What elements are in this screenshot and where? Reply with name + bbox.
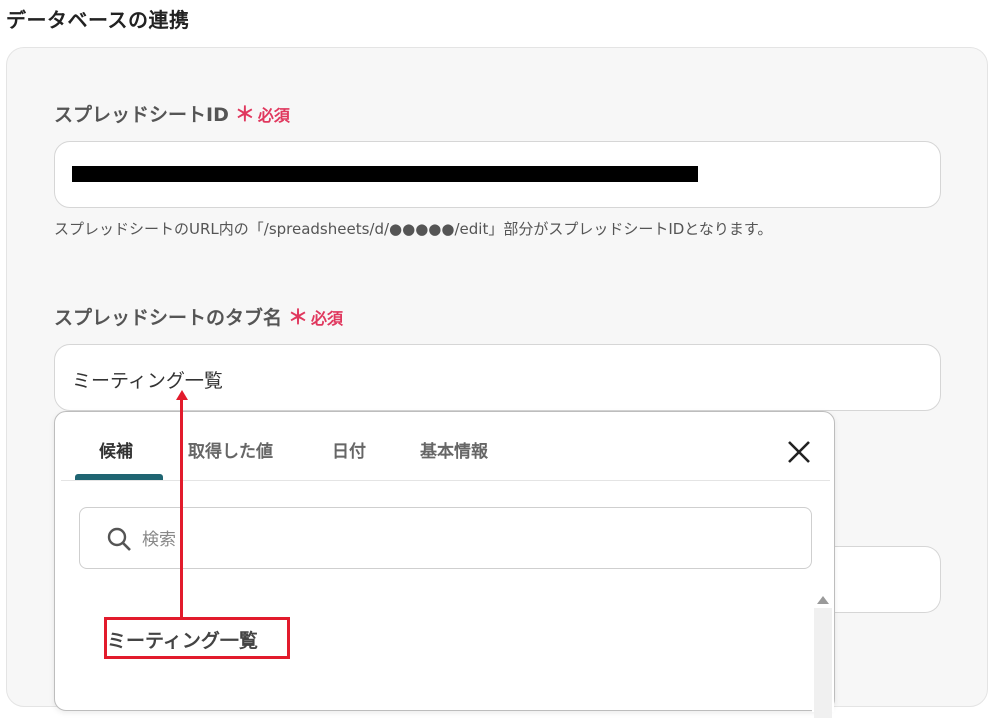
tab-basic-info[interactable]: 基本情報: [420, 437, 488, 462]
tab-name-label-text: スプレッドシートのタブ名: [54, 307, 283, 329]
required-star-icon: ＊: [234, 102, 255, 126]
required-badge: 必須: [257, 106, 290, 125]
section-title: データベースの連携: [6, 8, 190, 32]
tab-date[interactable]: 日付: [332, 437, 366, 462]
scroll-track[interactable]: [814, 608, 832, 718]
scrollbar[interactable]: [812, 592, 834, 718]
scroll-up-arrow-icon[interactable]: [817, 596, 829, 604]
required-star-icon: ＊: [288, 305, 309, 329]
spreadsheet-id-input[interactable]: [54, 141, 941, 208]
tab-fetched-values[interactable]: 取得した値: [188, 437, 273, 462]
annotation-highlight-box: [104, 617, 290, 659]
next-field-input[interactable]: [834, 546, 941, 613]
spreadsheet-id-label: スプレッドシートID ＊必須: [54, 98, 290, 127]
annotation-arrow-line: [180, 398, 183, 617]
search-icon: [107, 527, 131, 551]
tab-name-input[interactable]: ミーティング一覧: [54, 344, 941, 411]
spreadsheet-id-help: スプレッドシートのURL内の「/spreadsheets/d/●●●●●/edi…: [54, 220, 773, 238]
required-badge: 必須: [311, 309, 344, 328]
tab-name-value: ミーティング一覧: [72, 370, 223, 392]
spreadsheet-id-label-text: スプレッドシートID: [54, 104, 229, 126]
value-picker-popup: 候補 取得した値 日付 基本情報 ミーティング一覧: [54, 411, 835, 718]
tabs-divider: [61, 480, 830, 481]
redacted-value: [72, 166, 698, 182]
annotation-arrow-head-icon: [176, 390, 188, 400]
tab-name-label: スプレッドシートのタブ名＊必須: [54, 301, 343, 330]
close-icon: [788, 441, 810, 463]
search-field[interactable]: [79, 507, 812, 569]
close-button[interactable]: [783, 436, 815, 468]
search-input[interactable]: [140, 526, 784, 554]
tab-candidates[interactable]: 候補: [99, 437, 133, 462]
